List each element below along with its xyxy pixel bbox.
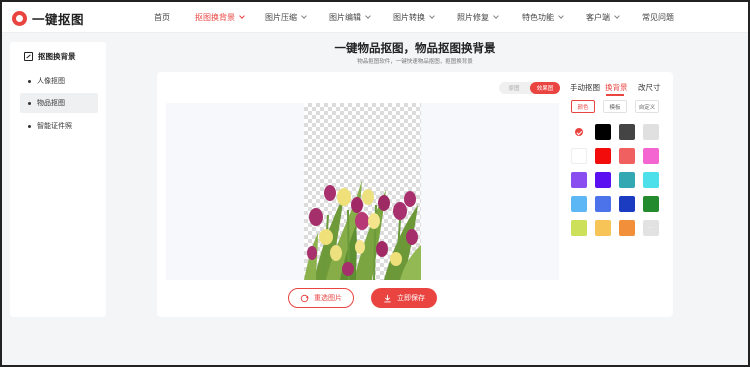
active-tab-indicator <box>606 94 624 96</box>
sidebar-item-portrait[interactable]: 人像抠图 <box>20 71 98 91</box>
sidebar-header: 抠图换背景 <box>24 51 76 62</box>
bullet-icon <box>28 101 31 105</box>
color-swatch[interactable] <box>619 148 635 164</box>
chevron-down-icon <box>558 13 564 19</box>
save-button[interactable]: 立即保存 <box>371 288 437 308</box>
color-swatch[interactable] <box>595 124 611 140</box>
sidebar-item-id-photo[interactable]: 智能证件照 <box>20 116 98 136</box>
subtab-template[interactable]: 模板 <box>603 100 627 113</box>
nav-edit[interactable]: 图片编辑 <box>329 12 371 23</box>
nav-client[interactable]: 客户端 <box>586 12 620 23</box>
color-swatch[interactable] <box>643 172 659 188</box>
chevron-down-icon <box>493 13 499 19</box>
color-swatch[interactable] <box>643 148 659 164</box>
nav-faq[interactable]: 常见问题 <box>642 12 674 23</box>
transparent-background <box>304 103 421 280</box>
view-toggle: 原图 效果图 <box>499 82 560 94</box>
reselect-image-button[interactable]: 重选图片 <box>288 288 354 308</box>
app-name: 一键抠图 <box>32 13 85 27</box>
subtab-color[interactable]: 颜色 <box>571 100 595 113</box>
tab-resize[interactable]: 改尺寸 <box>638 82 661 93</box>
tab-change-background[interactable]: 换背景 <box>605 82 628 93</box>
toggle-result[interactable]: 效果图 <box>530 82 560 94</box>
color-swatch[interactable] <box>619 196 635 212</box>
page-subtitle: 物品抠图软件，一键快速物品抠图，抠图换背景 <box>357 59 473 65</box>
color-swatch[interactable] <box>571 172 587 188</box>
bullet-icon <box>28 124 31 128</box>
chevron-down-icon <box>365 13 371 19</box>
download-icon <box>384 294 391 302</box>
tab-manual-cutout[interactable]: 手动抠图 <box>570 82 600 93</box>
sidebar-item-object[interactable]: 物品抠图 <box>20 93 98 113</box>
chevron-down-icon <box>614 13 620 19</box>
subtab-custom[interactable]: 自定义 <box>635 100 659 113</box>
toggle-original[interactable]: 原图 <box>499 82 529 94</box>
logo-icon <box>12 11 27 26</box>
chevron-down-icon <box>429 13 435 19</box>
logo[interactable]: 一键抠图 <box>12 9 84 28</box>
app-window: 一键抠图 首页 抠图换背景 图片压缩 图片编辑 图片转换 照片修复 特色功能 客… <box>0 0 750 367</box>
nav-restore[interactable]: 照片修复 <box>457 12 499 23</box>
color-swatch[interactable] <box>643 196 659 212</box>
more-colors-swatch[interactable]: ··· <box>643 220 659 236</box>
page-title: 一键物品抠图，物品抠图换背景 <box>334 43 496 55</box>
nav-cutout-bg[interactable]: 抠图换背景 <box>195 12 245 23</box>
color-swatch[interactable] <box>619 124 635 140</box>
nav-convert[interactable]: 图片转换 <box>393 12 435 23</box>
swatch-transparent[interactable] <box>571 124 587 140</box>
chevron-down-icon <box>301 13 307 19</box>
color-swatch[interactable] <box>571 148 587 164</box>
top-nav: 一键抠图 首页 抠图换背景 图片压缩 图片编辑 图片转换 照片修复 特色功能 客… <box>2 2 748 33</box>
sidebar-header-label: 抠图换背景 <box>38 52 76 61</box>
bullet-icon <box>28 79 31 83</box>
nav-home[interactable]: 首页 <box>154 12 170 23</box>
color-swatch[interactable] <box>619 172 635 188</box>
color-swatch[interactable] <box>571 220 587 236</box>
color-swatch[interactable] <box>595 220 611 236</box>
sidebar: 抠图换背景 人像抠图 物品抠图 智能证件照 <box>10 42 106 317</box>
tulip-image <box>304 180 421 280</box>
color-swatch[interactable] <box>643 124 659 140</box>
color-swatch[interactable] <box>571 196 587 212</box>
color-swatch[interactable] <box>595 148 611 164</box>
refresh-icon <box>300 294 309 302</box>
nav-features[interactable]: 特色功能 <box>522 12 564 23</box>
nav-compress[interactable]: 图片压缩 <box>265 12 307 23</box>
chevron-down-icon <box>239 13 245 19</box>
color-swatch[interactable] <box>595 196 611 212</box>
color-swatch[interactable] <box>619 220 635 236</box>
color-swatch[interactable] <box>595 172 611 188</box>
cutout-icon <box>24 52 33 61</box>
check-icon <box>575 128 583 136</box>
